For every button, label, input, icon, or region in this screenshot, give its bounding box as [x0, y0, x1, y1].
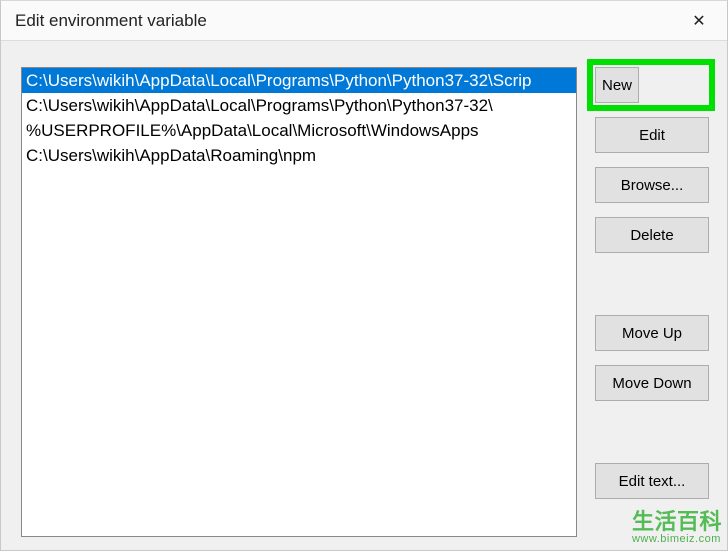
dialog-title: Edit environment variable: [15, 11, 207, 31]
new-button[interactable]: New: [595, 67, 639, 103]
dialog-body: C:\Users\wikih\AppData\Local\Programs\Py…: [1, 41, 727, 551]
move-up-button[interactable]: Move Up: [595, 315, 709, 351]
edit-text-button[interactable]: Edit text...: [595, 463, 709, 499]
spacer: [595, 267, 709, 301]
delete-button[interactable]: Delete: [595, 217, 709, 253]
move-down-button[interactable]: Move Down: [595, 365, 709, 401]
edit-button[interactable]: Edit: [595, 117, 709, 153]
path-entry[interactable]: C:\Users\wikih\AppData\Roaming\npm: [22, 143, 576, 168]
path-entry[interactable]: C:\Users\wikih\AppData\Local\Programs\Py…: [22, 68, 576, 93]
path-entry[interactable]: %USERPROFILE%\AppData\Local\Microsoft\Wi…: [22, 118, 576, 143]
button-column: New Edit Browse... Delete Move Up Move D…: [595, 67, 709, 537]
titlebar: Edit environment variable ✕: [1, 1, 727, 41]
edit-env-var-dialog: Edit environment variable ✕ C:\Users\wik…: [0, 0, 728, 551]
path-entry[interactable]: C:\Users\wikih\AppData\Local\Programs\Py…: [22, 93, 576, 118]
spacer: [595, 415, 709, 449]
browse-button[interactable]: Browse...: [595, 167, 709, 203]
close-button[interactable]: ✕: [671, 1, 727, 41]
close-icon: ✕: [692, 11, 705, 31]
path-listbox[interactable]: C:\Users\wikih\AppData\Local\Programs\Py…: [21, 67, 577, 537]
